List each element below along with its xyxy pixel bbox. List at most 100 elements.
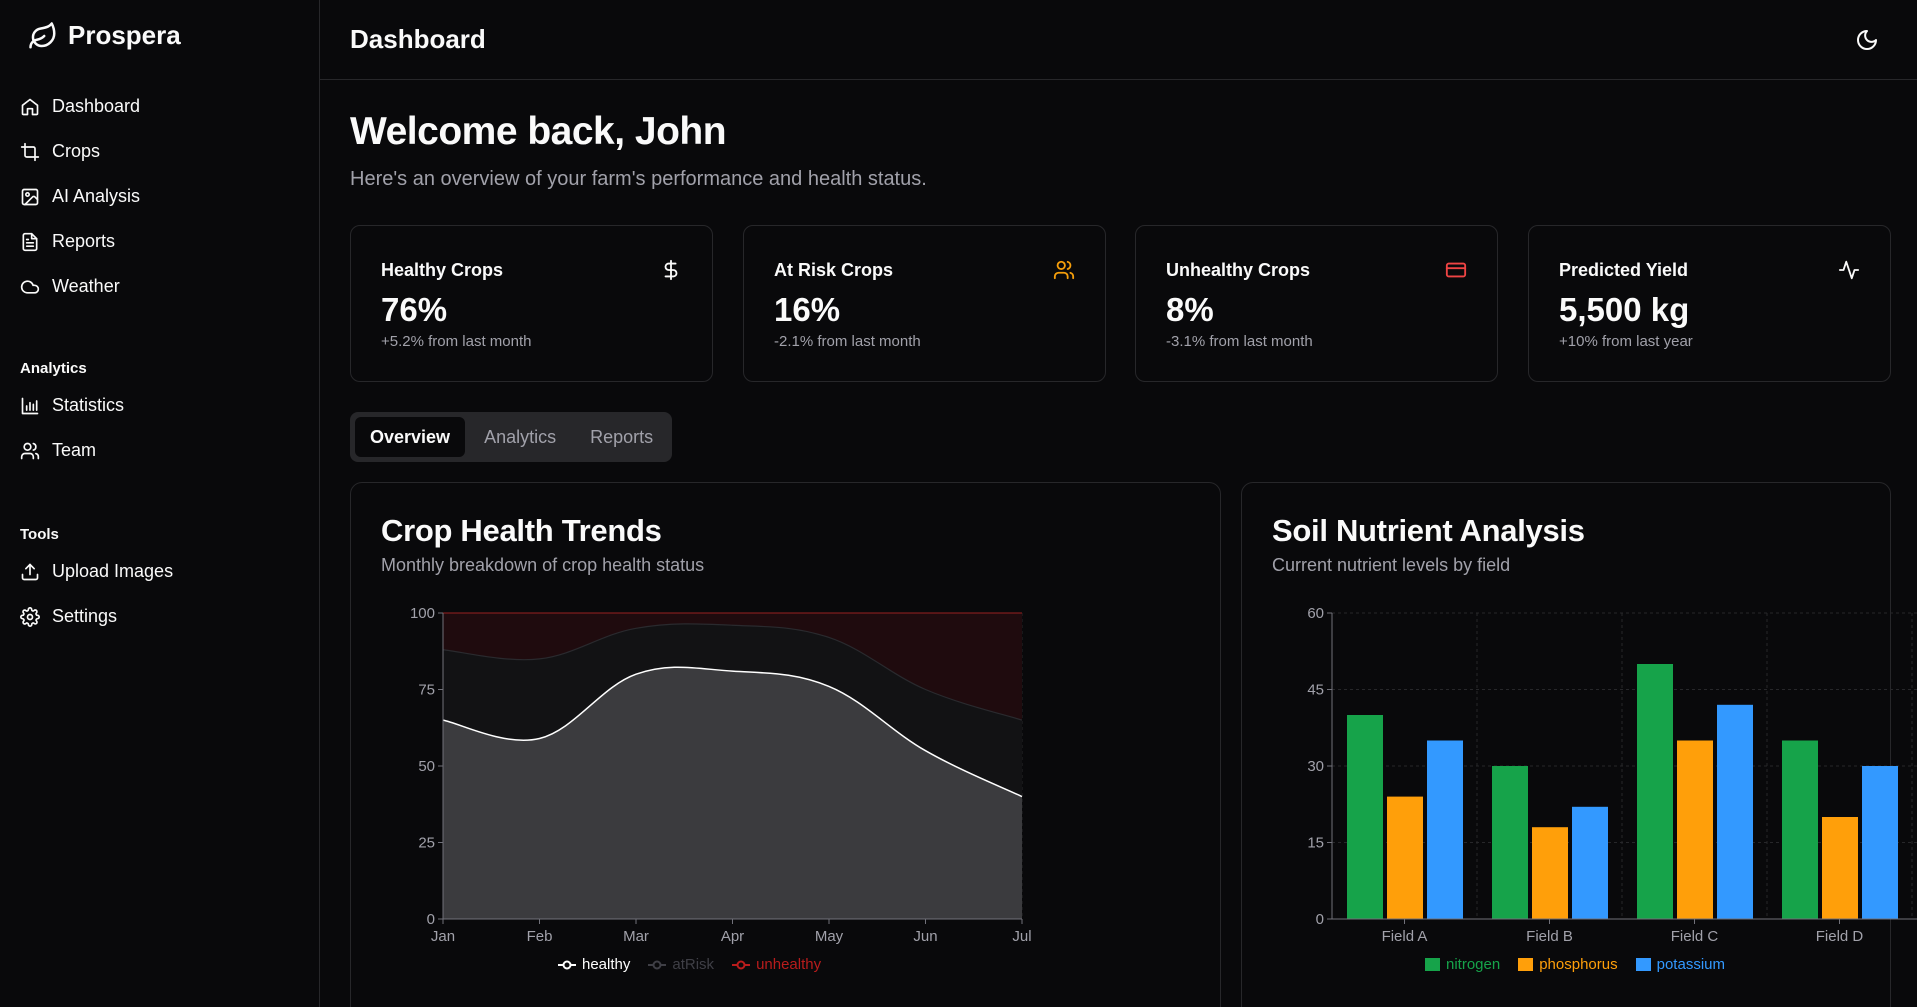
sidebar-item-label: Team — [52, 440, 97, 460]
sidebar-item-team[interactable]: Team — [20, 428, 124, 473]
bar-potassium-field-d — [1862, 766, 1898, 919]
sidebar-item-label: Dashboard — [52, 96, 141, 116]
bar-chart-icon — [21, 397, 39, 414]
users-icon — [1053, 260, 1075, 280]
cloud-icon — [20, 279, 40, 294]
x-tick-label: Field B — [1526, 928, 1573, 945]
users-icon — [20, 442, 40, 459]
y-tick-label: 30 — [1307, 758, 1324, 775]
bar-phosphorus-field-c — [1677, 740, 1713, 919]
stat-card-healthy: Healthy Crops 76% +5.2% from last month — [350, 225, 713, 382]
line-marker-icon — [732, 960, 751, 969]
crop-icon — [20, 142, 40, 161]
x-tick-label: May — [815, 928, 844, 945]
brand-name: Prospera — [68, 20, 181, 50]
image-icon — [21, 188, 39, 205]
sidebar-item-reports[interactable]: Reports — [20, 219, 140, 264]
stat-title: Healthy Crops — [381, 260, 504, 280]
x-tick-label: Field C — [1671, 928, 1719, 945]
sidebar-item-label: Crops — [52, 141, 101, 161]
top-bar: Dashboard — [320, 0, 1917, 80]
stat-value: 5,500 kg — [1559, 291, 1690, 328]
sidebar-item-weather[interactable]: Weather — [20, 264, 140, 309]
sidebar-item-label: Statistics — [52, 395, 125, 415]
tab-overview[interactable]: Overview — [355, 417, 466, 457]
sidebar-item-upload-images[interactable]: Upload Images — [20, 549, 173, 594]
y-tick-label: 0 — [1316, 911, 1324, 928]
bar-nitrogen-field-a — [1347, 715, 1383, 919]
x-tick-label: Jun — [913, 928, 937, 945]
stat-change: +5.2% from last month — [381, 333, 532, 350]
stat-card-at-risk: At Risk Crops 16% -2.1% from last month — [743, 225, 1106, 382]
legend-swatch — [1425, 958, 1440, 971]
main-nav: Dashboard Crops AI Analysis Reports Weat… — [20, 84, 140, 309]
legend-item-unhealthy[interactable]: unhealthy — [732, 956, 821, 973]
bar-potassium-field-a — [1427, 740, 1463, 919]
bar-phosphorus-field-d — [1822, 817, 1858, 919]
legend-label: atRisk — [672, 956, 715, 973]
y-tick-label: 100 — [410, 605, 435, 622]
sidebar-item-settings[interactable]: Settings — [20, 594, 173, 639]
tab-reports[interactable]: Reports — [575, 417, 668, 457]
stat-title: Unhealthy Crops — [1166, 260, 1311, 280]
stat-card-unhealthy: Unhealthy Crops 8% -3.1% from last month — [1135, 225, 1498, 382]
legend-swatch — [1518, 958, 1534, 971]
moon-icon[interactable] — [1855, 28, 1879, 52]
home-icon — [21, 98, 39, 115]
dollar-icon — [664, 259, 678, 281]
legend-item-potassium[interactable]: potassium — [1635, 956, 1725, 973]
x-tick-label: Mar — [623, 928, 649, 945]
x-tick-label: Feb — [527, 928, 553, 945]
leaf-icon — [29, 21, 56, 48]
sidebar-item-label: AI Analysis — [52, 186, 141, 206]
x-tick-label: Field D — [1816, 928, 1864, 945]
y-tick-label: 45 — [1307, 682, 1324, 699]
legend-item-nitrogen[interactable]: nitrogen — [1425, 956, 1500, 973]
soil-nutrient-panel: Soil Nutrient Analysis Current nutrient … — [1241, 482, 1917, 1007]
stat-change: -2.1% from last month — [774, 333, 921, 350]
x-tick-label: Jul — [1012, 928, 1031, 945]
sidebar-item-label: Reports — [52, 231, 116, 251]
x-tick-label: Apr — [721, 928, 744, 945]
stat-value: 76% — [381, 291, 448, 328]
sidebar-item-statistics[interactable]: Statistics — [20, 383, 124, 428]
sidebar-item-ai-analysis[interactable]: AI Analysis — [20, 174, 140, 219]
bar-nitrogen-field-c — [1637, 664, 1673, 919]
stat-card-predicted-yield: Predicted Yield 5,500 kg +10% from last … — [1528, 225, 1891, 382]
legend-label: healthy — [582, 956, 631, 973]
brand-logo[interactable]: Prospera — [28, 20, 181, 51]
legend-label: nitrogen — [1446, 956, 1501, 973]
sidebar: Prospera Dashboard Crops AI Analysis Rep… — [0, 0, 320, 1007]
sidebar-item-crops[interactable]: Crops — [20, 129, 140, 174]
stat-change: +10% from last year — [1559, 333, 1693, 350]
line-marker-icon — [648, 960, 667, 969]
stat-title: At Risk Crops — [774, 260, 894, 280]
x-tick-label: Jan — [431, 928, 455, 945]
welcome-heading: Welcome back, John — [350, 110, 727, 153]
stat-title: Predicted Yield — [1559, 260, 1689, 280]
y-tick-label: 50 — [418, 758, 435, 775]
bar-phosphorus-field-a — [1387, 796, 1423, 919]
section-label-tools: Tools — [20, 525, 59, 543]
welcome-subtitle: Here's an overview of your farm's perfor… — [350, 168, 927, 190]
y-tick-label: 15 — [1307, 835, 1324, 852]
tab-analytics[interactable]: Analytics — [469, 417, 571, 457]
sidebar-item-label: Settings — [52, 606, 118, 626]
section-label-analytics: Analytics — [20, 359, 87, 377]
legend-label: potassium — [1656, 956, 1725, 973]
tab-list: Overview Analytics Reports — [350, 412, 672, 462]
legend-item-at-risk[interactable]: atRisk — [648, 956, 714, 973]
legend-item-healthy[interactable]: healthy — [558, 956, 630, 973]
bar-potassium-field-b — [1572, 806, 1608, 919]
x-tick-label: Field A — [1382, 928, 1428, 945]
activity-icon — [1838, 260, 1860, 280]
sidebar-item-dashboard[interactable]: Dashboard — [20, 84, 140, 129]
crop-health-panel: Crop Health Trends Monthly breakdown of … — [350, 482, 1221, 1007]
legend-label: phosphorus — [1539, 956, 1618, 973]
gear-icon — [20, 606, 40, 627]
legend-item-phosphorus[interactable]: phosphorus — [1518, 956, 1618, 973]
crop-health-legend: healthy atRisk unhealthy — [558, 956, 821, 973]
upload-icon — [21, 563, 39, 580]
line-marker-icon — [558, 960, 576, 969]
sidebar-item-label: Weather — [52, 276, 120, 296]
